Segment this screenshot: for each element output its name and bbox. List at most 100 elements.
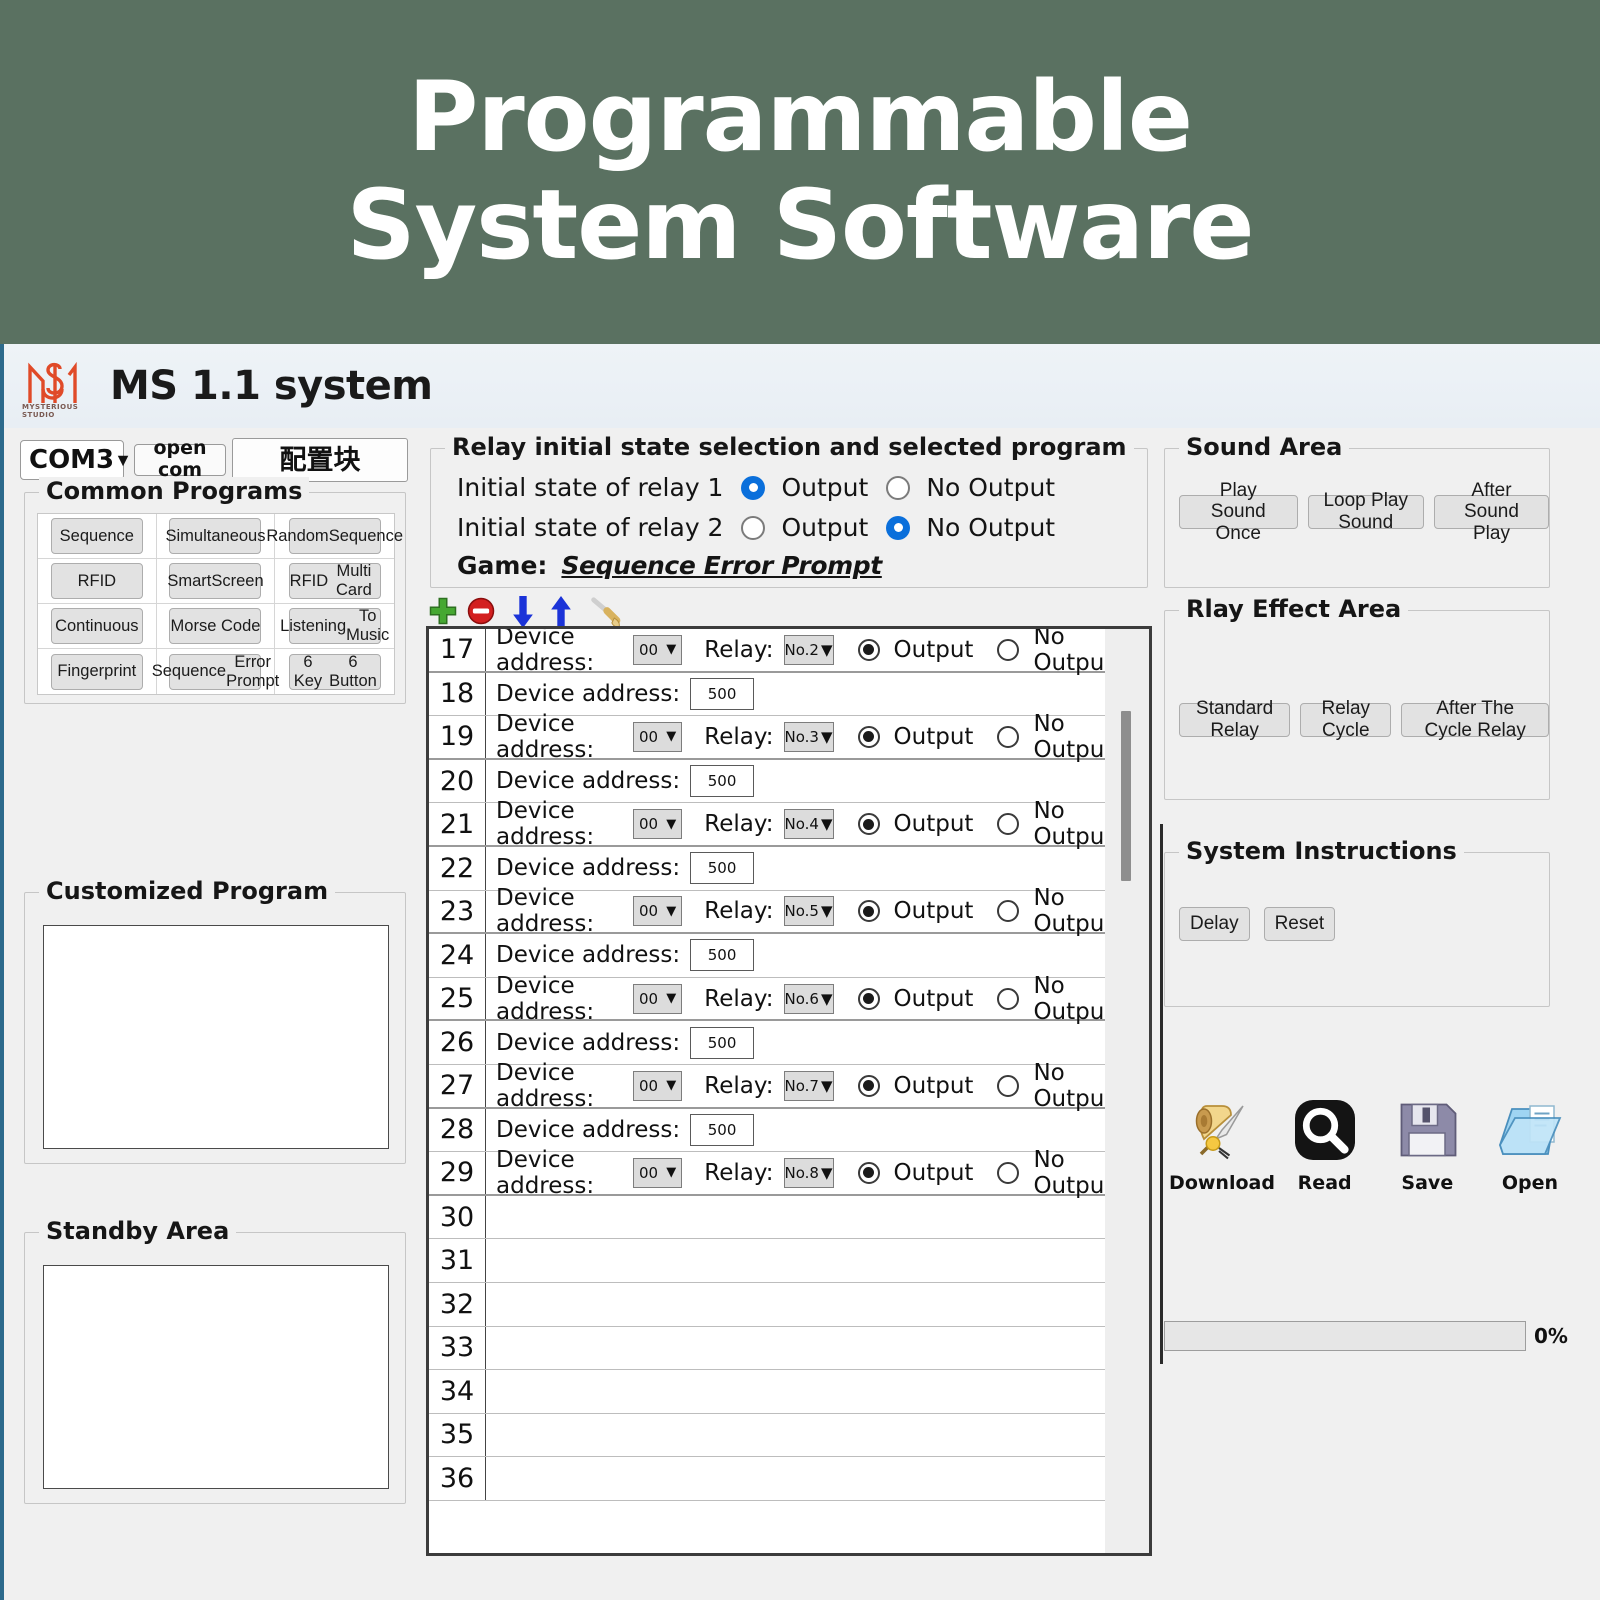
- row-no-output-radio[interactable]: [997, 725, 1020, 748]
- program-button-sequence-error-prompt[interactable]: Sequence Error Prompt: [152, 653, 279, 690]
- program-button-simultaneous[interactable]: Simultaneous: [166, 518, 265, 554]
- rlay-button-standard-relay[interactable]: Standard Relay: [1179, 698, 1291, 741]
- device-address-select[interactable]: 00 ▼: [633, 1070, 683, 1101]
- table-row[interactable]: 23 Device address: 00 ▼ Relay: No.5 ▼ Output No …: [429, 885, 1105, 937]
- move-up-icon[interactable]: [548, 596, 574, 628]
- delay-value-input[interactable]: 500: [690, 677, 755, 710]
- sound-button-after-sound-play[interactable]: After Sound Play: [1433, 480, 1549, 544]
- save-action[interactable]: Save: [1381, 1094, 1473, 1224]
- table-row[interactable]: 21 Device address: 00 ▼ Relay: No.4 ▼ Output No …: [429, 798, 1105, 850]
- open-action[interactable]: Open: [1484, 1094, 1576, 1224]
- row-output-radio[interactable]: [857, 813, 880, 836]
- table-row[interactable]: 36: [429, 1457, 1105, 1501]
- delay-value-input[interactable]: 500: [690, 765, 755, 798]
- delay-value-input[interactable]: 500: [690, 852, 755, 885]
- relay1-no-output-radio[interactable]: [886, 475, 911, 500]
- table-row[interactable]: 18 Device address: 500: [429, 672, 1105, 717]
- device-address-select[interactable]: 00 ▼: [633, 1157, 683, 1188]
- delay-value-input[interactable]: 500: [690, 939, 755, 972]
- row-output-radio[interactable]: [857, 1074, 880, 1097]
- row-output-radio[interactable]: [857, 987, 880, 1010]
- table-scrollbar[interactable]: [1105, 629, 1149, 1553]
- relay-select[interactable]: No.5 ▼: [783, 896, 834, 927]
- com-port-select[interactable]: COM3 ▼: [20, 440, 132, 480]
- row-output-radio[interactable]: [857, 900, 880, 923]
- row-no-output-radio[interactable]: [997, 813, 1020, 836]
- program-button-morse-code[interactable]: Morse Code: [169, 608, 262, 644]
- device-address-select[interactable]: 00 ▼: [633, 721, 683, 752]
- program-button-listening-to-music[interactable]: Listening To Music: [280, 607, 389, 644]
- sound-button-play-sound-once[interactable]: Play Sound Once: [1179, 480, 1298, 544]
- device-address-select[interactable]: 00 ▼: [633, 809, 683, 840]
- table-row[interactable]: 35: [429, 1413, 1105, 1458]
- row-no-output-radio[interactable]: [997, 638, 1020, 661]
- table-row[interactable]: 19 Device address: 00 ▼ Relay: No.3 ▼ Output No …: [429, 711, 1105, 763]
- table-row[interactable]: 27 Device address: 00 ▼ Relay: No.7 ▼ Output No …: [429, 1060, 1105, 1112]
- program-button-random-sequence[interactable]: Random Sequence: [266, 518, 403, 554]
- download-action[interactable]: Download: [1169, 1094, 1275, 1224]
- customized-program-list[interactable]: [43, 925, 389, 1149]
- table-row[interactable]: 22 Device address: 500: [429, 846, 1105, 891]
- table-row[interactable]: 20 Device address: 500: [429, 759, 1105, 804]
- open-com-button[interactable]: open com: [134, 438, 226, 481]
- program-button-fingerprint[interactable]: Fingerprint: [50, 653, 143, 690]
- row-no-output-radio[interactable]: [997, 1161, 1020, 1184]
- clear-icon[interactable]: [590, 596, 624, 628]
- relay1-output-radio[interactable]: [741, 475, 766, 500]
- row-no-output-radio[interactable]: [997, 900, 1020, 923]
- open-label: Open: [1501, 1172, 1559, 1194]
- read-action[interactable]: Read: [1279, 1094, 1371, 1224]
- program-button-continuous[interactable]: Continuous: [50, 608, 143, 644]
- remove-icon[interactable]: [466, 596, 496, 626]
- program-button-sequence[interactable]: Sequence: [50, 518, 143, 554]
- table-row[interactable]: 29 Device address: 00 ▼ Relay: No.8 ▼ Output No …: [429, 1147, 1105, 1199]
- table-row[interactable]: 25 Device address: 00 ▼ Relay: No.6 ▼ Output No …: [429, 973, 1105, 1025]
- table-row[interactable]: 28 Device address: 500: [429, 1108, 1105, 1153]
- row-output-radio[interactable]: [857, 725, 880, 748]
- table-row[interactable]: 17 Device address: 00 ▼ Relay: No.2 ▼ Output No …: [429, 629, 1105, 676]
- sequence-toolbar: [428, 596, 658, 630]
- add-icon[interactable]: [428, 596, 458, 626]
- program-button-smart-screen[interactable]: Smart Screen: [167, 563, 264, 599]
- device-address-value: 00: [639, 989, 659, 1008]
- program-button-6-key-6-button[interactable]: 6 Key 6 Button: [288, 653, 381, 690]
- system-button-reset[interactable]: Reset: [1263, 907, 1336, 941]
- relay2-output-radio[interactable]: [741, 515, 766, 540]
- device-address-select[interactable]: 00 ▼: [633, 634, 683, 665]
- table-row[interactable]: 30: [429, 1195, 1105, 1240]
- program-button-rfid[interactable]: RFID: [50, 563, 143, 599]
- row-output-radio[interactable]: [857, 638, 880, 661]
- row-no-output-radio[interactable]: [997, 987, 1020, 1010]
- relay2-no-output-radio[interactable]: [886, 515, 911, 540]
- standby-area-list[interactable]: [43, 1265, 389, 1489]
- relay-select[interactable]: No.2 ▼: [783, 634, 834, 665]
- relay-select[interactable]: No.8 ▼: [783, 1157, 834, 1188]
- rlay-button-relay-cycle[interactable]: Relay Cycle: [1300, 698, 1392, 741]
- table-row[interactable]: 34: [429, 1370, 1105, 1414]
- table-row[interactable]: 33: [429, 1326, 1105, 1371]
- relay-select[interactable]: No.6 ▼: [783, 983, 834, 1014]
- relay-select[interactable]: No.7 ▼: [783, 1070, 834, 1101]
- table-row[interactable]: 31: [429, 1239, 1105, 1283]
- system-button-delay[interactable]: Delay: [1179, 907, 1250, 941]
- move-down-icon[interactable]: [510, 596, 536, 628]
- rlay-button-after-the-cycle-relay[interactable]: After The Cycle Relay: [1401, 698, 1549, 741]
- row-number: 19: [439, 721, 475, 753]
- table-row[interactable]: 32: [429, 1282, 1105, 1327]
- device-address-select[interactable]: 00 ▼: [633, 896, 683, 927]
- relay-select[interactable]: No.4 ▼: [783, 809, 834, 840]
- delay-value-input[interactable]: 500: [690, 1026, 755, 1059]
- sound-button-loop-play-sound[interactable]: Loop Play Sound: [1307, 490, 1424, 533]
- program-button-rfid-multi-card[interactable]: RFID Multi Card: [288, 562, 381, 599]
- table-scrollbar-thumb[interactable]: [1121, 711, 1131, 881]
- table-row[interactable]: 24 Device address: 500: [429, 934, 1105, 978]
- relay-select[interactable]: No.3 ▼: [783, 721, 834, 752]
- config-block-button[interactable]: 配置块: [232, 438, 408, 482]
- relay-label: Relay:: [704, 898, 774, 925]
- table-row[interactable]: 26 Device address: 500: [429, 1021, 1105, 1065]
- row-no-output-radio[interactable]: [997, 1074, 1020, 1097]
- delay-value-input[interactable]: 500: [690, 1113, 755, 1146]
- device-address-select[interactable]: 00 ▼: [633, 983, 683, 1014]
- row-output-radio[interactable]: [857, 1161, 880, 1184]
- chevron-down-icon: ▼: [820, 727, 833, 746]
